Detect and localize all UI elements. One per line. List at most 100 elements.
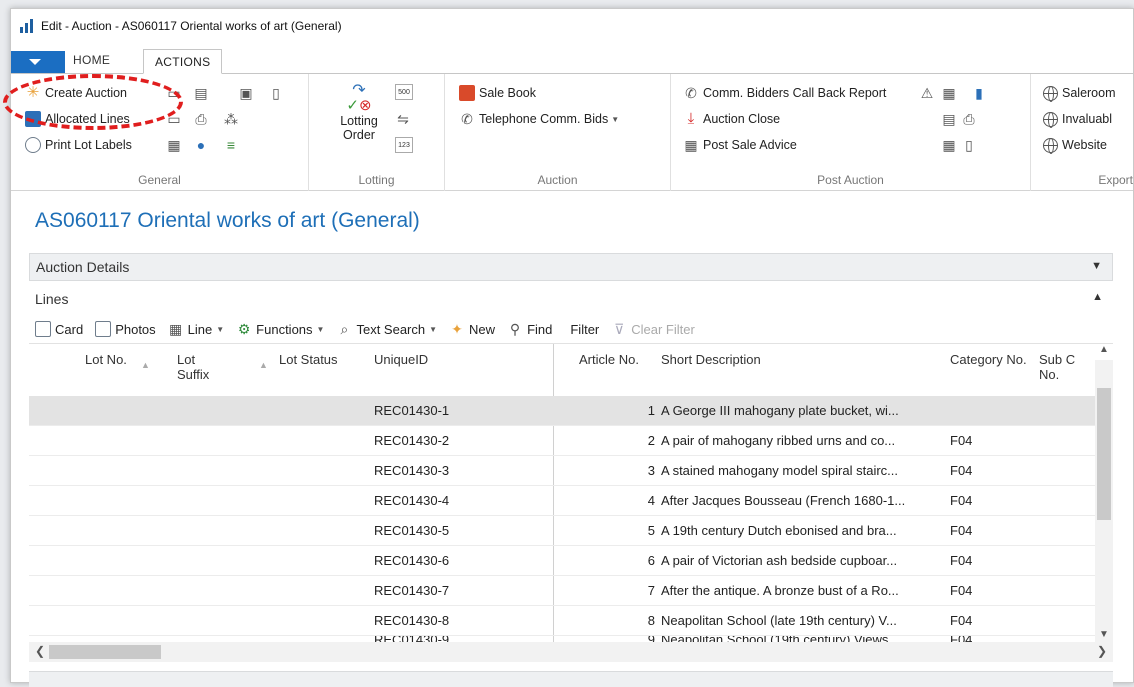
report-icon[interactable]: ▦ [941,85,957,101]
report-icon[interactable]: ▤ [941,111,957,127]
cell-unique-id: REC01430-6 [374,553,450,568]
invaluable-button[interactable]: Invaluabl [1043,108,1112,130]
find-button[interactable]: ⚲ Find [507,321,552,337]
cell-category-no: F04 [950,583,973,598]
auction-close-button[interactable]: ⤓ Auction Close [683,108,780,130]
saleroom-button[interactable]: Saleroom [1043,82,1116,104]
lines-icon [25,111,41,127]
tab-home[interactable]: HOME [73,53,110,67]
dropdown-arrow-icon: ▼ [611,114,620,124]
tab-actions[interactable]: ACTIONS [143,49,223,74]
table-row[interactable]: REC01430-8 8 Neapolitan School (late 19t… [29,606,1095,636]
column-header-article-no[interactable]: Article No. [579,352,639,367]
report-icon[interactable]: ▦ [941,137,957,153]
chart-icon[interactable]: ▮ [971,85,987,101]
blank-page-icon[interactable]: ▯ [268,85,284,101]
group-label-general: General [138,173,181,187]
printer-icon[interactable]: ⎙ [961,111,977,127]
call-back-report-button[interactable]: ✆ Comm. Bidders Call Back Report [683,82,886,104]
allocated-lines-button[interactable]: Allocated Lines [25,108,130,130]
lot-number-500-icon[interactable]: 500 [395,84,413,100]
scroll-right-icon[interactable]: ❯ [1097,644,1107,658]
column-header-lot-suffix-2: Suffix [177,367,210,382]
post-sale-advice-button[interactable]: ▦ Post Sale Advice [683,134,797,156]
renumber-icon[interactable]: ⇋ [395,111,411,127]
number-sequence-icon[interactable]: 123 [395,137,413,153]
table-icon: ▦ [169,321,183,337]
table-row[interactable]: REC01430-4 4 After Jacques Bousseau (Fre… [29,486,1095,516]
column-header-lot-status[interactable]: Lot Status [279,352,338,367]
table-row[interactable]: REC01430-6 6 A pair of Victorian ash bed… [29,546,1095,576]
telephone-comm-bids-label: Telephone Comm. Bids [479,112,609,126]
report-icon: ▦ [684,137,698,153]
text-search-label: Text Search [356,321,426,337]
saleroom-label: Saleroom [1062,86,1116,100]
cell-article-no: 6 [647,553,655,568]
card-icon[interactable]: ▭ [166,85,182,101]
picture-icon[interactable]: ▣ [238,85,254,101]
chevron-down-icon[interactable]: ▼ [1091,260,1102,272]
column-header-lot-suffix[interactable]: Lot [177,352,195,367]
warning-icon[interactable]: ⚠ [919,85,935,101]
document-icon[interactable]: ▤ [193,85,209,101]
text-search-button[interactable]: ⌕ Text Search ▼ [336,321,438,337]
sale-book-button[interactable]: Sale Book [459,82,536,104]
cell-category-no: F04 [950,433,973,448]
horizontal-scrollbar[interactable]: ❮ ❯ [29,642,1113,662]
sort-icon[interactable]: ⁂ [223,111,239,127]
photos-label: Photos [115,321,156,337]
check-cross-icon: ✓⊗ [346,97,372,114]
fasttab-auction-details[interactable]: Auction Details ▼ [29,253,1113,281]
cell-short-description: A George III mahogany plate bucket, wi..… [661,403,899,418]
card-button[interactable]: Card [35,321,83,337]
column-header-short-description[interactable]: Short Description [661,352,761,367]
table-row[interactable]: REC01430-5 5 A 19th century Dutch ebonis… [29,516,1095,546]
column-header-sub-c-2: No. [1039,367,1060,382]
photos-button[interactable]: Photos [95,321,156,337]
vertical-scrollbar[interactable]: ▲ ▼ [1095,344,1113,642]
table-row[interactable]: REC01430-7 7 After the antique. A bronze… [29,576,1095,606]
card-label: Card [55,321,84,337]
column-header-unique-id[interactable]: UniqueID [374,352,428,367]
card-icon[interactable]: ▭ [166,111,182,127]
cell-unique-id: REC01430-4 [374,493,450,508]
functions-menu-button[interactable]: ⚙ Functions ▼ [236,321,325,337]
chevron-up-icon[interactable]: ▲ [1092,291,1103,303]
report-icon[interactable]: ▦ [166,137,182,153]
cell-short-description: After Jacques Bousseau (French 1680-1... [661,493,906,508]
website-button[interactable]: Website [1043,134,1107,156]
lotting-order-button[interactable]: ↷ ✓⊗ Lotting Order [333,83,385,143]
list-icon[interactable]: ≡ [223,137,239,153]
scroll-up-icon[interactable]: ▲ [1099,344,1109,355]
table-row[interactable]: REC01430-3 3 A stained mahogany model sp… [29,456,1095,486]
telephone-comm-bids-button[interactable]: ✆ Telephone Comm. Bids ▼ [459,108,619,130]
file-menu-button[interactable] [11,51,65,73]
lines-toolbar: Card Photos ▦ Line ▼ ⚙ Functions ▼ ⌕ Text Sea… [35,318,707,340]
column-header-lot-no[interactable]: Lot No. [85,352,127,367]
label-icon [25,137,41,153]
lines-grid: Lot No. ▲ Lot Suffix ▲ Lot Status Unique… [29,343,1113,663]
table-row[interactable]: REC01430-1 1 A George III mahogany plate… [29,396,1095,426]
line-menu-button[interactable]: ▦ Line ▼ [168,321,224,337]
clear-filter-button[interactable]: ⊽ Clear Filter [611,321,695,337]
person-icon[interactable]: ● [193,137,209,153]
filter-button[interactable]: Filter [570,322,599,337]
print-lot-labels-button[interactable]: Print Lot Labels [25,134,132,156]
table-row[interactable]: REC01430-2 2 A pair of mahogany ribbed u… [29,426,1095,456]
post-sale-advice-label: Post Sale Advice [703,138,797,152]
new-button[interactable]: ✦ New [449,321,495,337]
column-header-sub-c[interactable]: Sub C [1039,352,1075,367]
scroll-down-icon[interactable]: ▼ [1099,629,1109,640]
horizontal-scroll-thumb[interactable] [49,645,161,659]
printer-icon[interactable]: ⎙ [193,111,209,127]
vertical-scroll-thumb[interactable] [1097,388,1111,520]
cell-category-no: F04 [950,463,973,478]
column-header-category-no[interactable]: Category No. [950,352,1027,367]
scroll-left-icon[interactable]: ❮ [35,644,45,658]
gears-icon: ⚙ [237,321,251,337]
fasttab-lines[interactable]: Lines ▲ [29,285,1113,313]
document-icon[interactable]: ▯ [961,137,977,153]
cell-short-description: A pair of mahogany ribbed urns and co... [661,433,896,448]
card-icon [35,321,51,337]
create-auction-button[interactable]: ✳ Create Auction [25,82,127,104]
